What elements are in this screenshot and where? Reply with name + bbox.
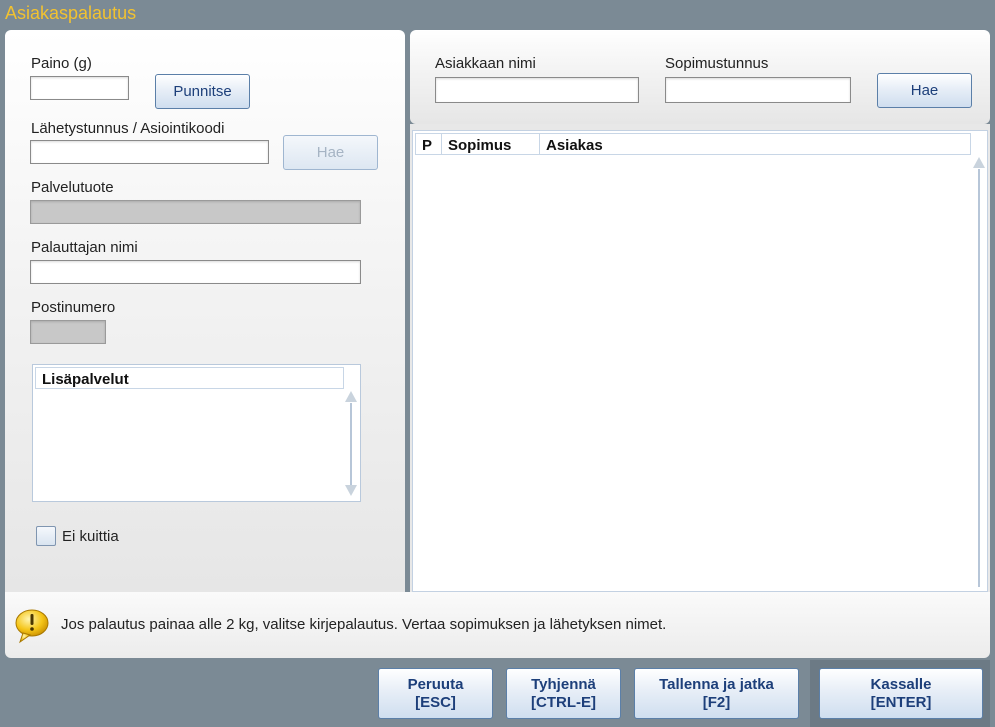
shipment-id-input[interactable]	[30, 140, 269, 164]
column-header-contract[interactable]: Sopimus	[442, 134, 540, 154]
cancel-button-shortcut: [ESC]	[415, 693, 456, 711]
no-receipt-label: Ei kuittia	[62, 528, 119, 545]
clear-button-label: Tyhjennä	[531, 675, 596, 693]
column-header-customer[interactable]: Asiakas	[540, 134, 970, 154]
cancel-button-label: Peruuta	[407, 675, 464, 693]
weight-label: Paino (g)	[31, 55, 92, 72]
window-title: Asiakaspalautus	[5, 3, 137, 23]
checkout-button[interactable]: Kassalle [ENTER]	[819, 668, 983, 719]
shipment-id-label: Lähetystunnus / Asiointikoodi	[31, 120, 225, 137]
customer-search-panel: Asiakkaan nimi Sopimustunnus Hae	[410, 30, 990, 124]
returner-name-label: Palauttajan nimi	[31, 239, 138, 256]
service-product-label: Palvelutuote	[31, 179, 114, 196]
weight-input[interactable]	[30, 76, 129, 100]
info-message-bar: Jos palautus painaa alle 2 kg, valitse k…	[5, 592, 990, 658]
extra-services-scrollbar[interactable]	[345, 391, 357, 499]
customer-name-input[interactable]	[435, 77, 639, 103]
results-panel: P Sopimus Asiakas	[410, 124, 990, 592]
column-header-p[interactable]: P	[416, 134, 442, 154]
info-message-text: Jos palautus painaa alle 2 kg, valitse k…	[61, 616, 667, 633]
customer-search-button[interactable]: Hae	[877, 73, 972, 108]
contract-id-input[interactable]	[665, 77, 851, 103]
returner-name-input[interactable]	[30, 260, 361, 284]
results-table-header: P Sopimus Asiakas	[415, 133, 971, 155]
postal-code-label: Postinumero	[31, 299, 116, 316]
cancel-button[interactable]: Peruuta [ESC]	[378, 668, 493, 719]
postal-code-field	[30, 320, 106, 344]
footer-actions: Peruuta [ESC] Tyhjennä [CTRL-E] Tallenna…	[5, 660, 990, 727]
save-button-shortcut: [F2]	[702, 693, 731, 711]
left-form-panel: Paino (g) Punnitse Lähetystunnus / Asioi…	[5, 30, 405, 592]
customer-name-label: Asiakkaan nimi	[435, 55, 536, 72]
clear-button-shortcut: [CTRL-E]	[531, 693, 596, 711]
service-product-field	[30, 200, 361, 224]
contract-results-table[interactable]: P Sopimus Asiakas	[412, 130, 988, 592]
checkout-button-shortcut: [ENTER]	[870, 693, 932, 711]
warning-icon	[15, 609, 49, 644]
shipment-search-button[interactable]: Hae	[283, 135, 378, 170]
scroll-down-icon[interactable]	[345, 485, 357, 496]
weigh-button[interactable]: Punnitse	[155, 74, 250, 109]
checkout-button-label: Kassalle	[870, 675, 932, 693]
extra-services-header-label: Lisäpalvelut	[42, 371, 129, 388]
scroll-up-icon[interactable]	[973, 157, 985, 168]
clear-button[interactable]: Tyhjennä [CTRL-E]	[506, 668, 621, 719]
scroll-up-icon[interactable]	[345, 391, 357, 402]
no-receipt-checkbox[interactable]	[36, 526, 56, 546]
contract-id-label: Sopimustunnus	[665, 55, 769, 72]
results-scrollbar[interactable]	[973, 157, 985, 589]
save-button-label: Tallenna ja jatka	[659, 675, 774, 693]
extra-services-list[interactable]: Lisäpalvelut	[32, 364, 361, 502]
extra-services-header: Lisäpalvelut	[35, 367, 344, 389]
save-and-continue-button[interactable]: Tallenna ja jatka [F2]	[634, 668, 799, 719]
